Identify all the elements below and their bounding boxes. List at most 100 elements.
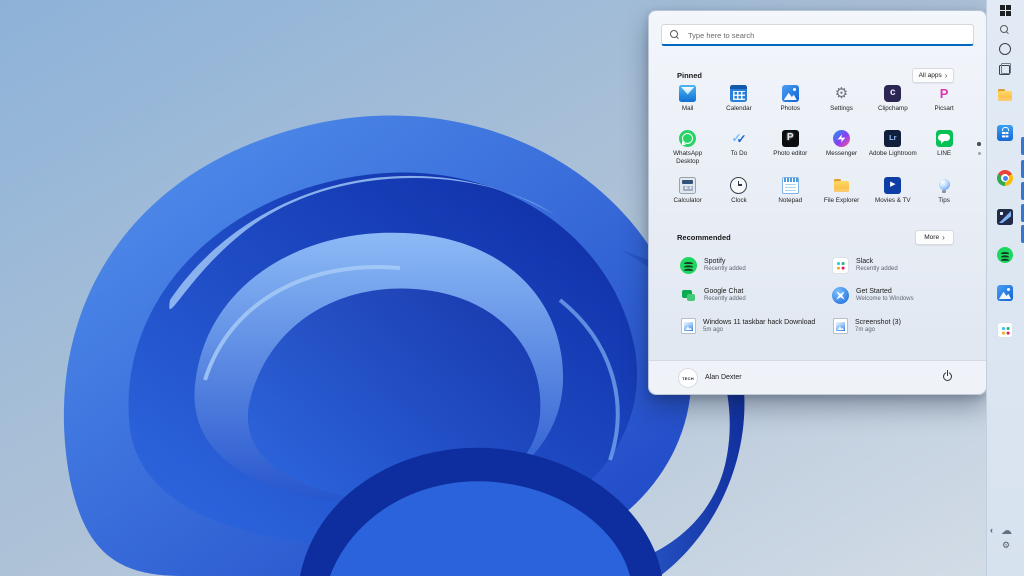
recommended-subtitle: 7m ago [855,327,901,335]
pinned-app-line[interactable]: LINE [918,130,969,166]
recommended-subtitle: Welcome to Windows [856,296,914,304]
spotify-icon [680,257,697,274]
recommended-item-spotify[interactable]: Spotify Recently added [680,257,746,274]
recommended-subtitle: Recently added [704,266,746,274]
start-button-windows-icon[interactable] [997,2,1013,18]
page-dot[interactable] [978,152,981,155]
recommended-title: Google Chat [704,287,746,296]
recommended-item-get-started[interactable]: Get Started Welcome to Windows [832,287,914,304]
recommended-section-title: Recommended [677,233,731,242]
pinned-app-todo[interactable]: To Do [713,130,764,166]
folder-icon [833,177,850,194]
messenger-icon [833,130,850,147]
page-dot-active[interactable] [977,142,981,146]
pinned-app-clock[interactable]: Clock [713,177,764,205]
settings-gear-icon [833,85,850,102]
pinned-app-label: Photos [780,105,800,113]
pinned-app-movies-tv[interactable]: Movies & TV [867,177,918,205]
cortana-button[interactable] [997,41,1013,57]
hidden-icons-chevron[interactable]: ‹ [990,525,993,535]
recommended-subtitle: Recently added [704,296,746,304]
all-apps-button[interactable]: All apps [912,68,954,83]
photos-icon [782,85,799,102]
pinned-app-picsart[interactable]: Picsart [918,85,969,113]
pinned-app-label: To Do [731,150,747,158]
avatar-text: TECH [682,376,694,381]
taskbar-chrome[interactable] [997,170,1013,186]
google-chat-icon [680,287,697,304]
pinned-app-file-explorer[interactable]: File Explorer [816,177,867,205]
pinned-app-tips[interactable]: Tips [918,177,969,205]
recommended-title: Screenshot (3) [855,318,901,327]
power-icon-notch [947,370,949,376]
calculator-icon [679,177,696,194]
pinned-app-calculator[interactable]: Calculator [662,177,713,205]
taskbar-slack[interactable] [997,322,1013,338]
pinned-app-photos[interactable]: Photos [765,85,816,113]
image-file-icon [681,318,696,334]
whatsapp-icon [679,130,696,147]
pinned-app-photo-editor[interactable]: Photo editor [765,130,816,166]
power-button[interactable] [942,371,953,382]
taskbar-file-explorer[interactable] [997,87,1013,103]
start-user-bar: TECH Alan Dexter [649,360,986,394]
image-file-icon [833,318,848,334]
clock-icon [730,177,747,194]
cortana-icon [999,43,1011,55]
pinned-app-calendar[interactable]: Calendar [713,85,764,113]
start-search-box[interactable] [661,24,974,46]
calendar-icon [730,85,747,102]
taskbar-photo-app[interactable] [997,209,1013,225]
all-apps-label: All apps [919,72,942,79]
pinned-app-label: Adobe Lightroom [869,150,917,158]
pinned-app-label: Clipchamp [878,105,908,113]
recommended-item-slack[interactable]: Slack Recently added [832,257,898,274]
taskbar-search-button[interactable] [997,22,1013,38]
mail-icon [679,85,696,102]
pinned-app-label: Picsart [935,105,954,113]
onedrive-cloud-icon[interactable]: ☁ [1001,524,1012,537]
pinned-section-title: Pinned [677,71,702,80]
desktop-screen: Pinned All apps Mail Calendar Photos Set… [0,0,1024,576]
avatar[interactable]: TECH [678,368,698,388]
taskbar-microsoft-store[interactable] [997,125,1013,141]
pinned-app-notepad[interactable]: Notepad [765,177,816,205]
recommended-title: Slack [856,257,898,266]
pinned-app-label: Photo editor [773,150,807,158]
pinned-app-label: WhatsApp Desktop [664,150,712,166]
taskbar-spotify[interactable] [997,247,1013,263]
taskbar-photos[interactable] [997,285,1013,301]
start-menu: Pinned All apps Mail Calendar Photos Set… [648,10,987,395]
pinned-app-messenger[interactable]: Messenger [816,130,867,166]
pinned-app-lightroom[interactable]: Adobe Lightroom [867,130,918,166]
user-name[interactable]: Alan Dexter [705,361,742,394]
search-icon [1000,25,1008,33]
more-button[interactable]: More [915,230,954,245]
recommended-item-download[interactable]: Windows 11 taskbar hack Download 5m ago [681,318,815,335]
recommended-title: Windows 11 taskbar hack Download [703,318,815,327]
pinned-app-label: Mail [682,105,694,113]
pinned-app-label: Calendar [726,105,752,113]
pinned-app-label: Notepad [778,197,802,205]
pinned-app-label: LINE [937,150,951,158]
tray-settings-gear-icon[interactable]: ⚙ [1002,540,1010,551]
pinned-app-mail[interactable]: Mail [662,85,713,113]
todo-icon [730,130,747,147]
pinned-app-clipchamp[interactable]: Clipchamp [867,85,918,113]
task-view-button[interactable] [997,61,1013,77]
pinned-app-label: Movies & TV [875,197,911,205]
pinned-app-label: Messenger [826,150,857,158]
pinned-app-label: Tips [938,197,950,205]
search-input[interactable] [686,25,969,46]
notepad-icon [782,177,799,194]
recommended-title: Get Started [856,287,914,296]
lightroom-icon [884,130,901,147]
recommended-item-screenshot[interactable]: Screenshot (3) 7m ago [833,318,901,335]
pinned-page-dots[interactable] [976,142,982,161]
recommended-subtitle: 5m ago [703,327,815,335]
pinned-app-whatsapp[interactable]: WhatsApp Desktop [662,130,713,166]
recommended-title: Spotify [704,257,746,266]
slack-icon [832,257,849,274]
recommended-item-google-chat[interactable]: Google Chat Recently added [680,287,746,304]
pinned-app-settings[interactable]: Settings [816,85,867,113]
